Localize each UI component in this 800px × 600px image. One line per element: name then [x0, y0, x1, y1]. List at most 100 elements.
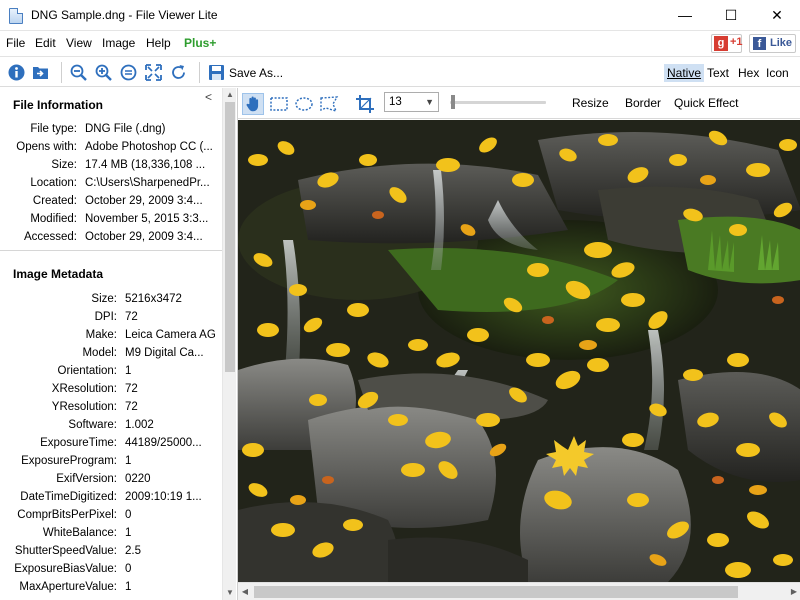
metadata-row-label: DPI: [94, 311, 117, 323]
close-button[interactable]: ✕ [754, 0, 800, 30]
metadata-row: Make: Leica Camera AG [0, 326, 222, 344]
scroll-right-arrow-icon[interactable]: ▶ [787, 584, 800, 600]
metadata-row-label: Orientation: [57, 365, 117, 377]
title-bar: DNG Sample.dng - File Viewer Lite — ☐ ✕ [0, 0, 800, 31]
collapse-panel-button[interactable]: < [205, 90, 212, 104]
hand-tool-icon[interactable] [242, 93, 264, 115]
menu-plus[interactable]: Plus+ [184, 36, 216, 50]
metadata-row: ComprBitsPerPixel: 0 [0, 506, 222, 524]
info-icon[interactable] [8, 64, 25, 81]
menu-file[interactable]: File [6, 36, 25, 50]
crop-icon[interactable] [354, 93, 376, 115]
google-plus-one-button[interactable]: g +1 [711, 34, 743, 53]
zoom-out-icon[interactable] [70, 64, 87, 81]
metadata-row-label: Software: [68, 419, 117, 431]
file-info-row: Modified: November 5, 2015 3:3... [0, 210, 222, 228]
image-toolbar: 13 ▼ Resize Border Quick Effect [238, 88, 800, 119]
metadata-row-value: 2.5 [125, 545, 141, 557]
chevron-down-icon: ▼ [425, 97, 434, 107]
metadata-row-value: 44189/25000... [125, 437, 202, 449]
metadata-row-value: 0 [125, 509, 132, 521]
metadata-row-value: 1 [125, 365, 132, 377]
metadata-row-value: 72 [125, 311, 138, 323]
metadata-row-label: Make: [85, 329, 117, 341]
metadata-row-label: WhiteBalance: [42, 527, 117, 539]
metadata-row: Orientation: 1 [0, 362, 222, 380]
google-icon: g [714, 36, 728, 51]
scroll-up-arrow-icon[interactable]: ▲ [223, 88, 236, 102]
image-canvas[interactable] [238, 120, 800, 582]
zoom-slider-thumb[interactable] [451, 95, 455, 109]
window-title: DNG Sample.dng - File Viewer Lite [31, 8, 218, 22]
view-mode-icon[interactable]: Icon [763, 64, 792, 82]
save-as-button[interactable]: Save As... [229, 66, 283, 80]
maximize-button[interactable]: ☐ [708, 0, 754, 30]
metadata-row-label: ShutterSpeedValue: [14, 545, 117, 557]
file-info-row-value: October 29, 2009 3:4... [85, 195, 203, 207]
view-mode-text[interactable]: Text [704, 64, 732, 82]
view-mode-native[interactable]: Native [664, 64, 705, 82]
metadata-row: DateTimeDigitized: 2009:10:19 1... [0, 488, 222, 506]
metadata-row: XResolution: 72 [0, 380, 222, 398]
metadata-row: YResolution: 72 [0, 398, 222, 416]
file-info-row-label: Opens with: [16, 141, 77, 153]
menu-edit[interactable]: Edit [35, 36, 56, 50]
scrollbar-thumb[interactable] [225, 102, 235, 372]
metadata-row-value: 1 [125, 527, 132, 539]
file-info-row-value: November 5, 2015 3:3... [85, 213, 209, 225]
save-icon[interactable] [208, 64, 225, 81]
image-metadata-title: Image Metadata [13, 267, 104, 281]
image-horizontal-scrollbar[interactable]: ◀ ▶ [238, 582, 800, 600]
facebook-like-button[interactable]: f Like [749, 34, 796, 53]
metadata-row-label: ComprBitsPerPixel: [17, 509, 117, 521]
quick-effect-button[interactable]: Quick Effect [674, 96, 738, 110]
zoom-level-select[interactable]: 13 ▼ [384, 92, 439, 112]
file-info-row-label: Modified: [30, 213, 77, 225]
file-info-row-value: October 29, 2009 3:4... [85, 231, 203, 243]
metadata-row-value: Leica Camera AG [125, 329, 216, 341]
fit-to-window-icon[interactable] [145, 64, 162, 81]
menu-view[interactable]: View [66, 36, 92, 50]
metadata-row-label: ExposureBiasValue: [14, 563, 117, 575]
info-panel: File Information < File type: DNG File (.… [0, 88, 236, 600]
rectangle-select-icon[interactable] [268, 93, 290, 115]
metadata-row-value: 0 [125, 563, 132, 575]
metadata-row-label: ExifVersion: [56, 473, 117, 485]
view-mode-hex[interactable]: Hex [735, 64, 762, 82]
scrollbar-thumb[interactable] [254, 586, 738, 598]
zoom-slider-track[interactable] [450, 101, 546, 104]
minimize-button[interactable]: — [662, 0, 708, 30]
open-folder-icon[interactable] [32, 64, 49, 81]
ellipse-select-icon[interactable] [293, 93, 315, 115]
rotate-icon[interactable] [170, 64, 187, 81]
metadata-row: Software: 1.002 [0, 416, 222, 434]
actual-size-icon[interactable] [120, 64, 137, 81]
file-info-row-label: Created: [32, 195, 77, 207]
lasso-select-icon[interactable] [318, 93, 340, 115]
metadata-row-value: 72 [125, 383, 138, 395]
info-panel-scrollbar[interactable]: ▲ ▼ [222, 88, 236, 600]
resize-button[interactable]: Resize [572, 96, 609, 110]
metadata-row-value: 5216x3472 [125, 293, 182, 305]
file-info-row: Opens with: Adobe Photoshop CC (... [0, 138, 222, 156]
metadata-row: MaxApertureValue: 1 [0, 578, 222, 596]
google-plus-one-label: +1 [730, 36, 743, 48]
file-information-title: File Information [13, 98, 103, 112]
menu-image[interactable]: Image [102, 36, 135, 50]
main-toolbar: Save As... Native Text Hex Icon [0, 56, 800, 87]
scroll-down-arrow-icon[interactable]: ▼ [223, 586, 236, 600]
border-button[interactable]: Border [625, 96, 661, 110]
file-info-row: Size: 17.4 MB (18,336,108 ... [0, 156, 222, 174]
file-info-row-label: Size: [51, 159, 77, 171]
photo-autumn-leaves-stream [238, 120, 800, 582]
menu-help[interactable]: Help [146, 36, 171, 50]
file-info-row-value: DNG File (.dng) [85, 123, 166, 135]
scroll-left-arrow-icon[interactable]: ◀ [238, 584, 252, 600]
metadata-row-label: ExposureProgram: [21, 455, 117, 467]
zoom-in-icon[interactable] [95, 64, 112, 81]
metadata-row-value: 2009:10:19 1... [125, 491, 202, 503]
metadata-row: Size: 5216x3472 [0, 290, 222, 308]
metadata-row-label: XResolution: [51, 383, 117, 395]
metadata-row: ExposureTime: 44189/25000... [0, 434, 222, 452]
file-info-row: File type: DNG File (.dng) [0, 120, 222, 138]
